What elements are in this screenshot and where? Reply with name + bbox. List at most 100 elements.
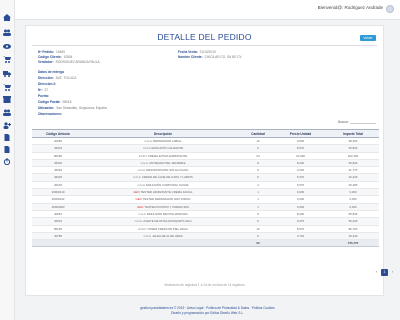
cell-unit-price: 0,000	[296, 197, 305, 202]
cell-description: GALEEMULSIÓN REVITALIZADORA	[84, 211, 242, 218]
cell-description: GALEREPARADOR LABIAL	[84, 138, 242, 145]
product-description: REPARADOR LABIAL	[153, 139, 182, 143]
users-icon[interactable]	[3, 29, 11, 36]
product-line-tag: GALE	[138, 211, 147, 216]
cell-quantity: 1	[257, 197, 259, 202]
cell-unit-price: 6,570	[296, 182, 305, 187]
cell-description: GALEDESODORANTE SIN ALCOHOL	[84, 167, 242, 174]
cell-total: 31,770	[348, 168, 358, 173]
order-number-field: Nº Pedido: 16469	[38, 50, 65, 54]
users-alt-icon[interactable]	[3, 109, 11, 116]
table-row: 46318 GALECREMA DE ÁLOE DE OJOS Y LABIOS 6…	[32, 174, 379, 182]
cell-total: 0,000	[349, 197, 357, 202]
prev-page-button[interactable]: ‹	[373, 269, 380, 276]
cell-description: ESENTONER FRESCOR PIEL 200ml	[84, 226, 242, 233]
cell-description: GALEEMULSIÓN CALMANTE	[84, 145, 242, 152]
cell-quantity: 6	[257, 233, 259, 238]
product-line-tag: GALE	[143, 233, 152, 238]
cell-unit-price: 0,000	[296, 204, 305, 209]
page-button-current[interactable]: 1	[381, 269, 388, 276]
product-description: TESTER ROSTRO Y CREMA SPA	[144, 204, 189, 209]
product-line-tag: GALE	[144, 139, 152, 143]
cell-code: 40000383	[51, 204, 65, 209]
power-icon[interactable]	[3, 158, 11, 165]
footer-links[interactable]: gestion.paradsistem.es © 2019 · Aviso Le…	[15, 306, 400, 310]
table-row: 46319 GALEEMULSIÓN CALMANTE 6 8,970 53,820	[32, 145, 379, 153]
document-alt-icon[interactable]	[3, 146, 11, 153]
cell-code: 40281	[53, 211, 63, 216]
product-description: DESODORANTE SIN ALCOHOL	[146, 168, 189, 173]
next-page-button[interactable]: ›	[389, 269, 396, 276]
cell-total: 65,840	[348, 211, 358, 216]
user-name[interactable]: Bienvenid@: Rodriguez Andrade	[318, 5, 383, 10]
user-plus-icon[interactable]	[3, 122, 11, 129]
cell-code: 46319	[53, 146, 63, 151]
cart-alt-icon[interactable]	[3, 84, 11, 91]
back-button[interactable]: Volver	[360, 35, 376, 41]
cell-quantity: 6	[257, 175, 259, 180]
cell-unit-price: 0,000	[296, 190, 305, 195]
total-amount: 735,770	[347, 241, 359, 246]
product-description: CREMA DE ÁLOE DE OJOS Y LABIOS	[141, 175, 193, 180]
cell-total: 38,300	[348, 139, 358, 143]
avatar[interactable]	[386, 5, 394, 13]
cell-description: GALEACEITE DE ROSA MOSQUETA 30ml	[84, 218, 242, 225]
cell-unit-price: 8,230	[296, 211, 305, 216]
cell-code: 40000432	[51, 197, 65, 202]
cell-total: 26,280	[348, 182, 358, 187]
cell-total: 16,440	[348, 233, 358, 238]
cell-unit-price: 9,370	[296, 219, 305, 224]
table-row: 40282 GALEREPARADOR LABIAL 10 3,830 38,300	[32, 138, 379, 146]
cell-description: GALECREMA DE ÁLOE DE OJOS Y LABIOS	[84, 174, 242, 181]
truck-icon[interactable]	[3, 70, 11, 77]
search-label: Buscar:	[338, 120, 349, 124]
eye-icon[interactable]	[3, 43, 11, 50]
product-description: ANTIEDAD PIEL SENSIBLE	[149, 160, 186, 165]
table-info: Mostrando de registros 1 a 14 de un tota…	[164, 283, 245, 287]
table-row: 46324 GALEACEITE DE ROSA MOSQUETA 30ml 6 9,…	[32, 218, 379, 226]
client-name-field: Nombre Cliente: CHICA AR CO, SA DE CV	[178, 55, 242, 59]
cell-description: GALEEMULSIÓN CORPORAL SUAVE	[84, 182, 242, 189]
table-row: 40789 GALEJALEA DE ALOE VERA 6 2,740 16,440	[32, 232, 379, 241]
home-icon[interactable]	[3, 14, 11, 21]
search-input[interactable]	[350, 119, 376, 124]
cell-quantity: 6	[257, 146, 259, 151]
order-detail-card: DETALLE DEL PEDIDO Volver Nº Pedido: 1646…	[25, 25, 393, 296]
cell-quantity: 1	[257, 190, 259, 195]
product-line-tag: ESEN	[138, 153, 147, 158]
product-description: EMULSIÓN REVITALIZADORA	[147, 211, 188, 216]
sale-date-field: Fecha Venta: 21/10/2019	[178, 50, 216, 54]
cell-code: 40000419	[51, 190, 65, 195]
table-total-row: 90 735,770	[32, 240, 379, 248]
cart-icon[interactable]	[3, 56, 11, 63]
product-description: EMULSIÓN CALMANTE	[151, 146, 184, 151]
shipping-heading: Datos de entrega	[38, 70, 64, 74]
box-icon[interactable]	[3, 96, 11, 103]
cell-quantity: 1	[257, 204, 259, 209]
cell-unit-price: 3,530	[296, 168, 305, 173]
table-header: Código Artículo Descripción Cantidad Pre…	[32, 129, 379, 138]
product-line-tag: GALE	[134, 219, 143, 224]
page-title: DETALLE DEL PEDIDO	[157, 32, 252, 42]
product-line-tag: GEN	[133, 190, 140, 195]
cell-description: GENTESTER REPARADOR NOCTURNO	[84, 196, 242, 203]
cell-code: 40218	[53, 182, 63, 187]
cell-code: 46324	[53, 219, 63, 224]
address2-field: Dirección 2:	[38, 82, 57, 86]
cell-unit-price: 8,670	[296, 226, 305, 231]
cell-code: 46349	[53, 168, 63, 173]
cell-description: GENTESTER ROSTRO Y CREMA SPA	[84, 204, 242, 211]
product-description: ACEITE DE ROSA MOSQUETA 30ml	[143, 219, 192, 224]
table-row: 46349 GALEDESODORANTE SIN ALCOHOL 9 3,530 31…	[32, 167, 379, 175]
cell-quantity: 10	[256, 226, 260, 231]
product-line-tag: GALE	[133, 175, 141, 180]
cell-code: 46318	[53, 175, 63, 180]
document-icon[interactable]	[3, 134, 11, 141]
address-field: Dirección: AVE. TOLUCA	[38, 76, 77, 80]
table-row: 80180 ESENCREMA EXTRA HIDRATANTE 24 10,930 2…	[32, 153, 379, 160]
cell-description: ESENCREMA EXTRA HIDRATANTE	[84, 153, 242, 160]
cell-quantity: 6	[257, 219, 259, 224]
product-line-tag: GEN	[135, 197, 142, 202]
product-line-tag: GALE	[137, 168, 146, 173]
cell-unit-price: 10,930	[296, 153, 305, 158]
